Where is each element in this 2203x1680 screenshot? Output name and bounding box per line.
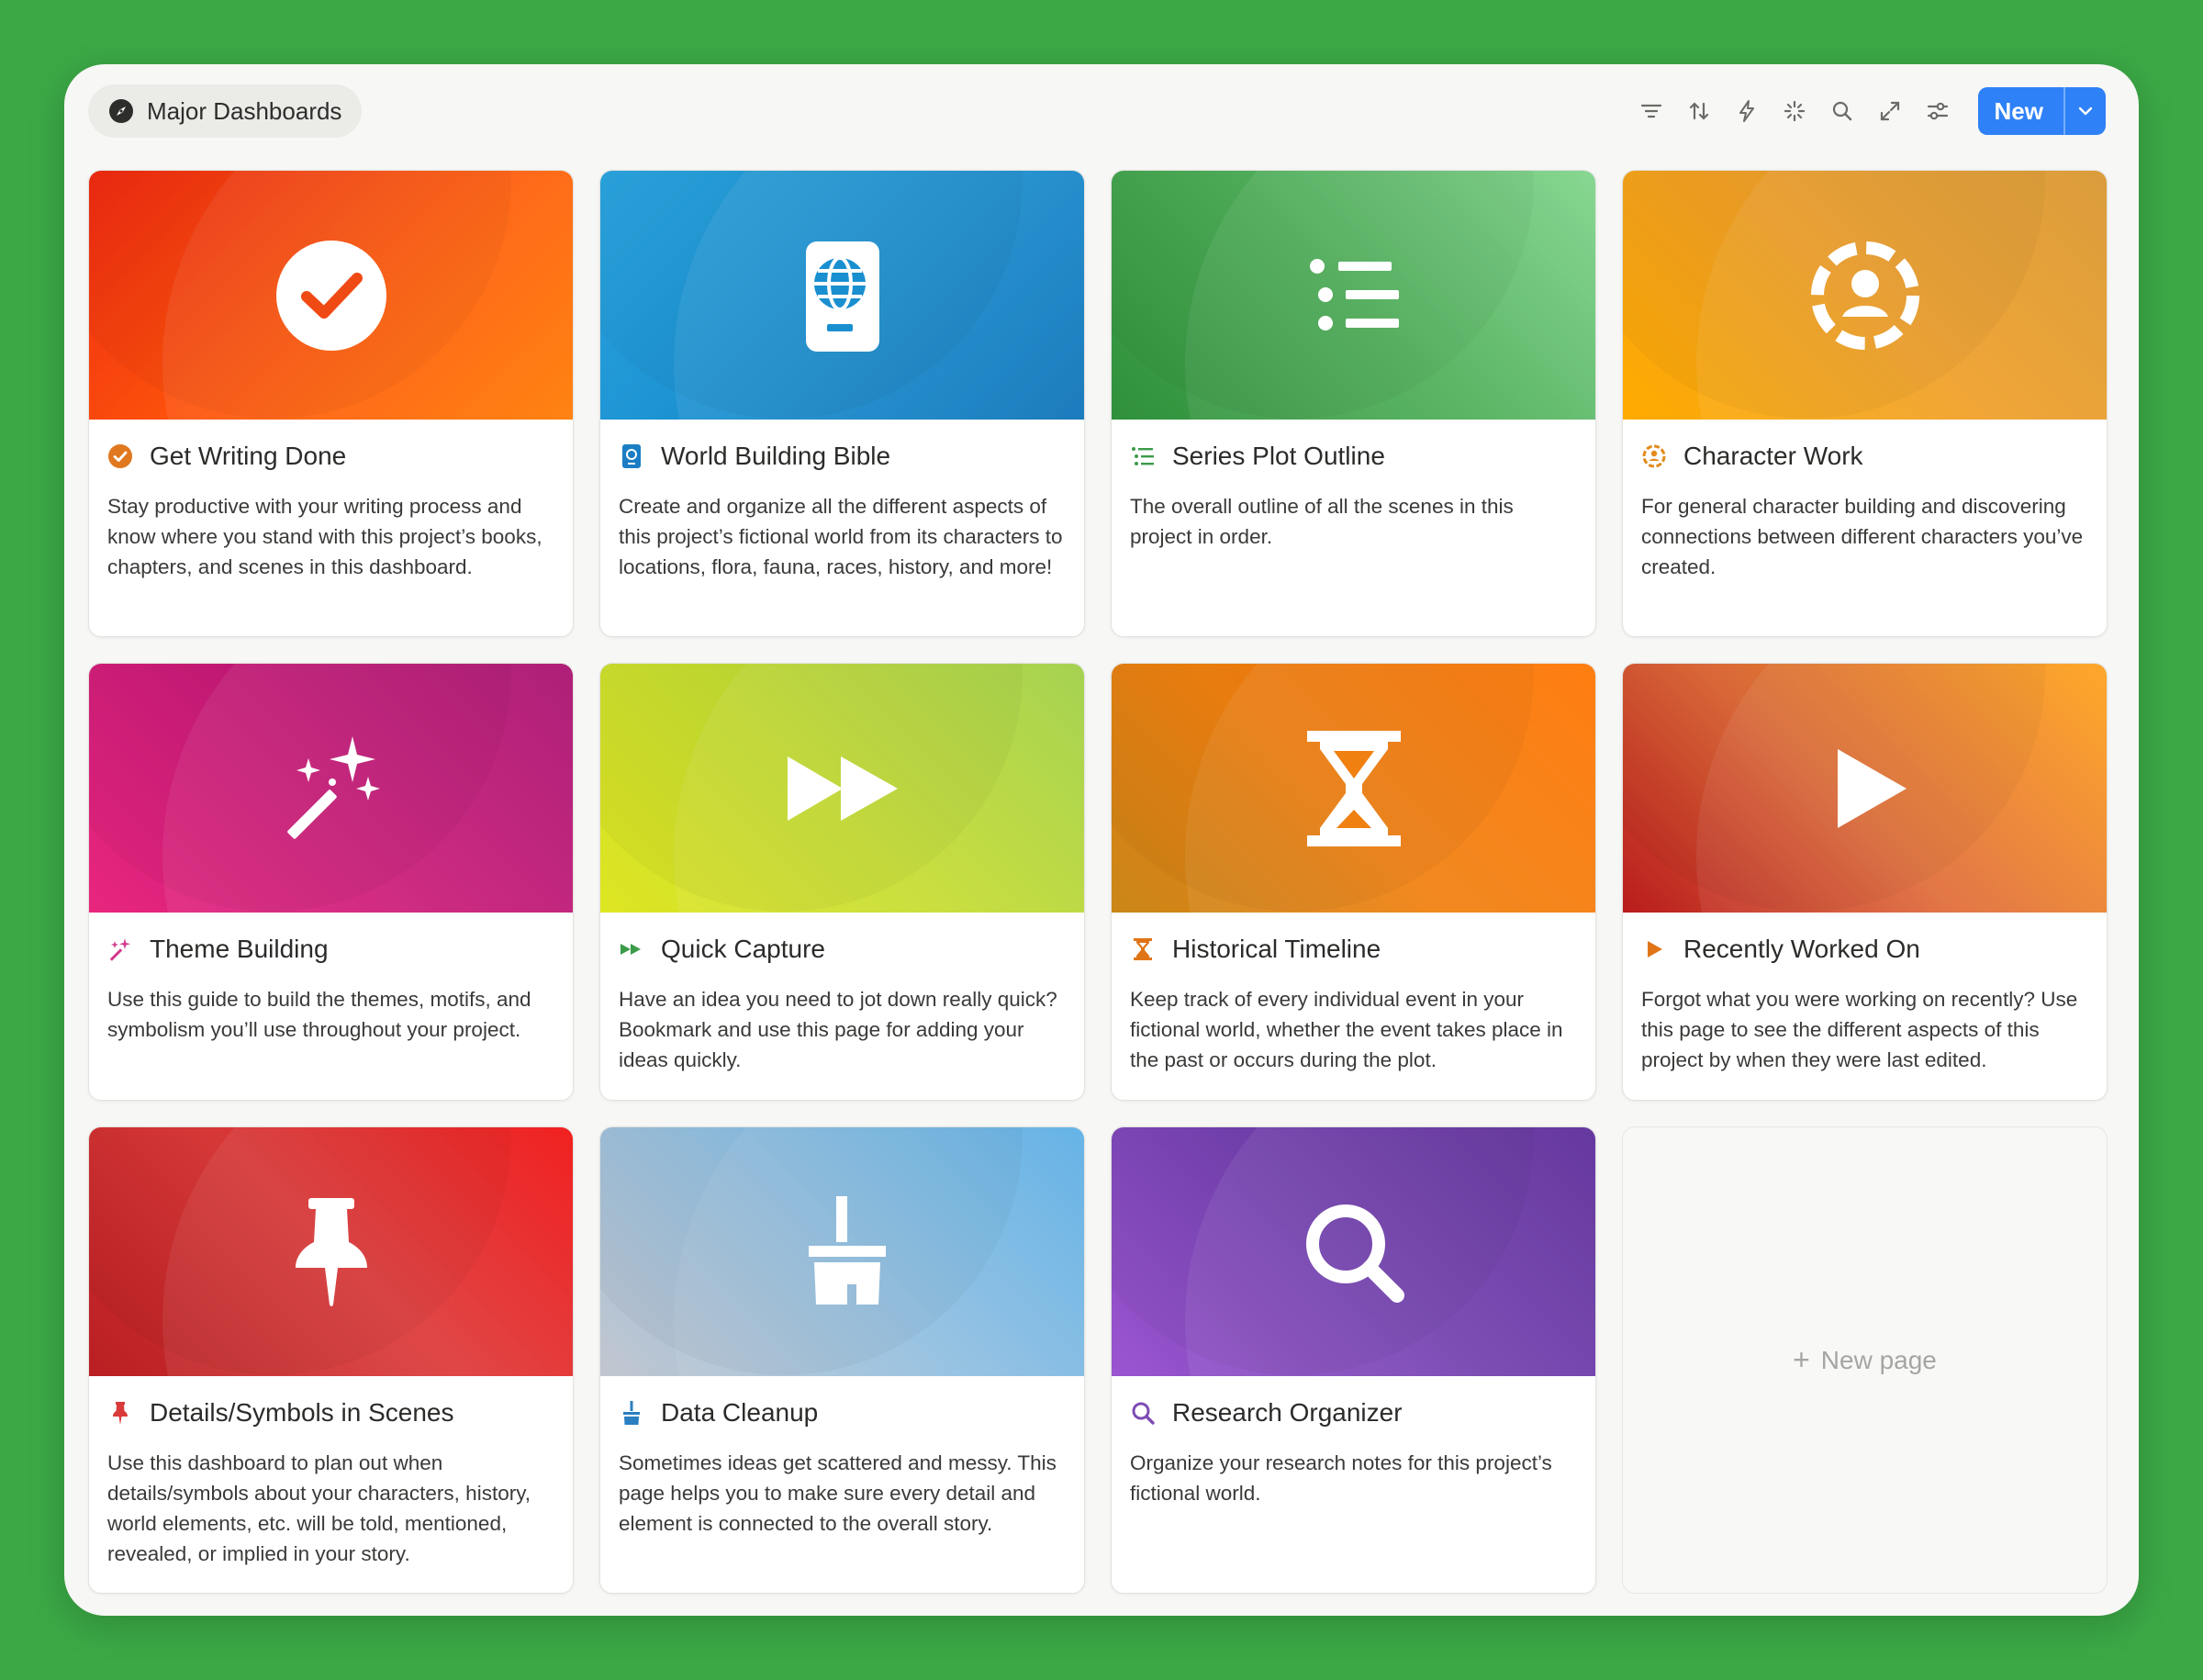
card-cover [1623,171,2107,420]
passport-globe-icon [805,241,879,352]
card-description: Have an idea you need to jot down really… [619,988,1057,1071]
dashboard-window: Major Dashboards New Get Writing Done St… [64,64,2139,1616]
bulleted-list-icon [1130,443,1156,469]
card-description: For general character building and disco… [1641,495,2084,578]
card-cover [600,664,1084,913]
card-title: Data Cleanup [661,1398,819,1427]
card-description: Keep track of every individual event in … [1130,988,1563,1071]
card-title: Quick Capture [661,935,825,963]
card-title: Series Plot Outline [1172,442,1385,470]
magic-wand-icon [107,936,133,962]
toolbar: Major Dashboards New [64,64,2139,165]
card-description: Use this dashboard to plan out when deta… [107,1451,531,1565]
card-cover [1623,664,2107,913]
card-quick-capture[interactable]: Quick Capture Have an idea you need to j… [599,663,1085,1101]
card-title: Details/Symbols in Scenes [150,1398,454,1427]
magnifier-icon [1130,1400,1156,1426]
pushpin-icon [107,1400,133,1426]
settings-sliders-icon[interactable] [1914,87,1962,135]
card-title: Theme Building [150,935,329,963]
card-cover [89,171,573,420]
card-get-writing-done[interactable]: Get Writing Done Stay productive with yo… [88,170,574,637]
broom-icon [619,1400,644,1426]
ai-sparkle-icon[interactable] [1771,87,1818,135]
bulleted-list-icon [1309,258,1399,330]
card-title: World Building Bible [661,442,891,470]
card-cover [1112,1127,1595,1376]
card-cover [600,171,1084,420]
card-research-organizer[interactable]: Research Organizer Organize your researc… [1111,1126,1596,1594]
person-circle-icon [1641,443,1667,469]
magic-wand-icon [286,735,380,839]
card-series-plot-outline[interactable]: Series Plot Outline The overall outline … [1111,170,1596,637]
play-icon [1641,936,1667,962]
automation-icon[interactable] [1723,87,1771,135]
broom-icon [808,1195,886,1305]
hourglass-icon [1306,730,1401,846]
new-page-button[interactable]: + New page [1622,1126,2108,1594]
play-icon [1837,748,1907,828]
card-description: Stay productive with your writing proces… [107,495,542,578]
card-cover [1112,171,1595,420]
passport-globe-icon [619,443,644,469]
card-world-building-bible[interactable]: World Building Bible Create and organize… [599,170,1085,637]
card-cover [600,1127,1084,1376]
person-circle-icon [1810,241,1919,350]
plus-icon: + [1793,1343,1810,1376]
card-title: Research Organizer [1172,1398,1403,1427]
card-recently-worked-on[interactable]: Recently Worked On Forgot what you were … [1622,663,2108,1101]
card-character-work[interactable]: Character Work For general character bui… [1622,170,2108,637]
card-title: Recently Worked On [1683,935,1920,963]
new-button-group: New [1977,87,2106,135]
view-title: Major Dashboards [147,96,342,125]
card-cover [1112,664,1595,913]
card-description: Forgot what you were working on recently… [1641,988,2078,1071]
card-description: The overall outline of all the scenes in… [1130,495,1514,548]
card-description: Use this guide to build the themes, moti… [107,988,531,1041]
card-historical-timeline[interactable]: Historical Timeline Keep track of every … [1111,663,1596,1101]
card-description: Create and organize all the different as… [619,495,1063,578]
search-icon[interactable] [1818,87,1866,135]
card-title: Historical Timeline [1172,935,1381,963]
card-description: Sometimes ideas get scattered and messy.… [619,1451,1057,1535]
check-circle-icon [107,443,133,469]
toolbar-actions: New [1627,87,2106,135]
card-theme-building[interactable]: Theme Building Use this guide to build t… [88,663,574,1101]
new-button[interactable]: New [1978,87,2063,135]
pushpin-icon [295,1197,367,1306]
compass-icon [108,98,134,124]
card-title: Character Work [1683,442,1863,470]
view-tab-major-dashboards[interactable]: Major Dashboards [88,84,363,138]
chevron-down-icon[interactable] [2063,87,2106,135]
hourglass-icon [1130,936,1156,962]
magnifier-icon [1305,1204,1404,1303]
card-data-cleanup[interactable]: Data Cleanup Sometimes ideas get scatter… [599,1126,1085,1594]
fast-forward-icon [619,936,644,962]
card-description: Organize your research notes for this pr… [1130,1451,1552,1505]
new-page-label: New page [1820,1345,1937,1374]
expand-icon[interactable] [1866,87,1914,135]
sort-icon[interactable] [1675,87,1723,135]
card-title: Get Writing Done [150,442,347,470]
fast-forward-icon [787,756,898,821]
card-cover [89,664,573,913]
filter-icon[interactable] [1627,87,1675,135]
card-cover [89,1127,573,1376]
check-circle-icon [275,240,386,351]
card-details-symbols-in-scenes[interactable]: Details/Symbols in Scenes Use this dashb… [88,1126,574,1594]
